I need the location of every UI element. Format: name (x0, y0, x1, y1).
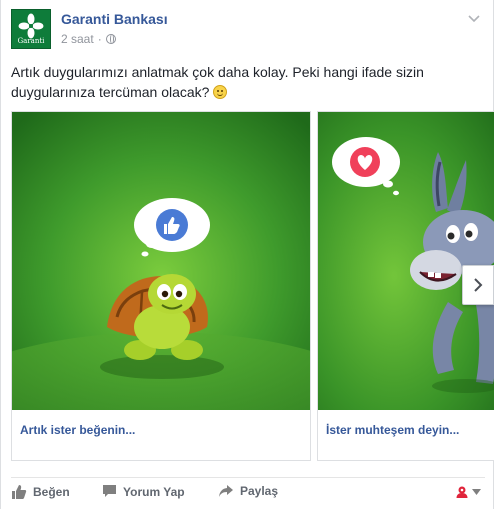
post-meta: 2 saat · (61, 32, 116, 46)
card-title[interactable]: İster muhteşem deyin... (326, 423, 459, 437)
post-timestamp[interactable]: 2 saat (61, 32, 94, 46)
caret-down-icon (472, 489, 481, 495)
comment-icon (103, 485, 116, 497)
chevron-down-icon[interactable] (467, 12, 481, 26)
carousel-next-button[interactable] (462, 265, 494, 305)
page-name-link[interactable]: Garanti Bankası (61, 11, 168, 27)
meta-separator: · (97, 32, 102, 46)
card-image-donkey[interactable] (318, 112, 494, 410)
action-bar: Beğen Yorum Yap Paylaş (11, 484, 485, 504)
share-button[interactable]: Paylaş (218, 484, 278, 498)
like-label: Beğen (33, 485, 70, 499)
post-header: Garanti Garanti Bankası 2 saat · (11, 9, 485, 51)
carousel-card[interactable]: Artık ister beğenin... (11, 111, 311, 461)
share-label: Paylaş (240, 484, 279, 498)
audience-menu[interactable] (455, 485, 481, 499)
clover-logo-icon (18, 13, 44, 39)
like-button[interactable]: Beğen (11, 484, 70, 500)
card-title[interactable]: Artık ister beğenin... (20, 423, 135, 437)
globe-icon[interactable] (105, 34, 116, 44)
facebook-post: Garanti Garanti Bankası 2 saat · Artık d… (0, 0, 494, 509)
comment-button[interactable]: Yorum Yap (102, 484, 185, 499)
carousel: Artık ister beğenin... İster muhteşem de… (11, 111, 494, 461)
share-icon (219, 485, 233, 497)
action-divider (11, 477, 485, 478)
smile-emoji-icon (213, 85, 228, 99)
logo-text: Garanti (17, 37, 45, 45)
card-image-turtle[interactable] (12, 112, 310, 410)
chevron-right-icon (474, 278, 483, 292)
post-text: Artık duygularımızı anlatmak çok daha ko… (11, 62, 481, 102)
page-reaction-icon (456, 486, 468, 498)
page-avatar[interactable]: Garanti (11, 9, 51, 49)
thumbs-up-icon (12, 485, 27, 499)
comment-label: Yorum Yap (123, 484, 185, 499)
